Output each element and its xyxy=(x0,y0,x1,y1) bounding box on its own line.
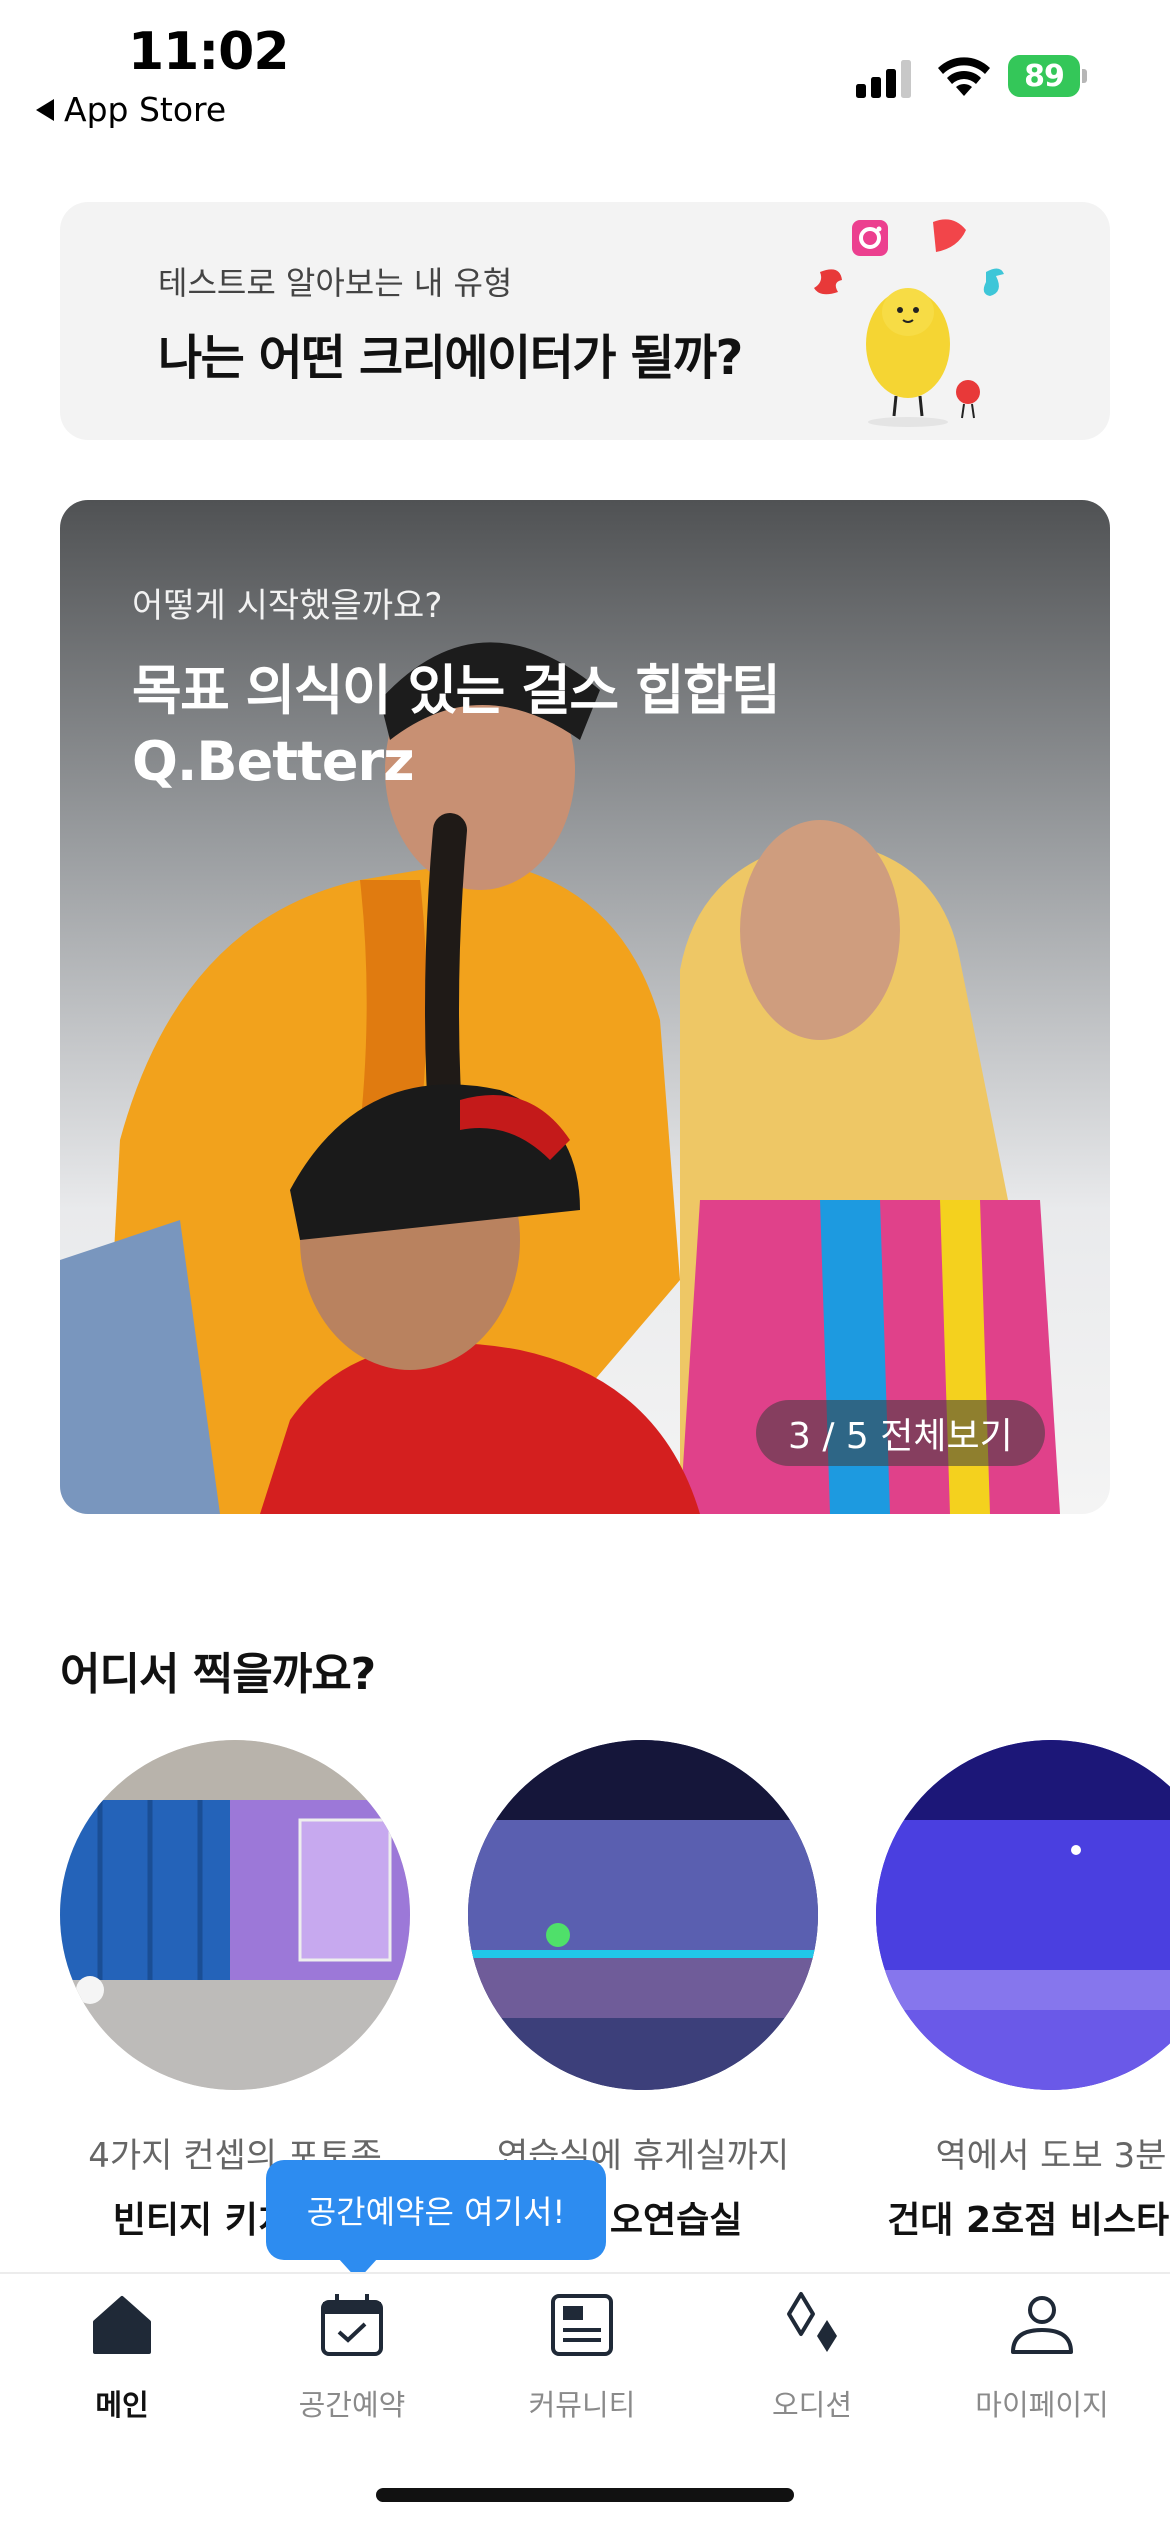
booking-tooltip: 공간예약은 여기서! xyxy=(266,2160,606,2260)
test-banner-title: 나는 어떤 크리에이터가 될까? xyxy=(158,330,743,386)
place-photo xyxy=(876,1740,1170,2090)
tab-label: 커뮤니티 xyxy=(528,2388,636,2422)
person-icon xyxy=(1011,2296,1073,2354)
back-link-label: App Store xyxy=(64,90,227,129)
hero-subtitle: 어떻게 시작했을까요? xyxy=(132,586,443,626)
cellular-signal-icon xyxy=(856,60,911,98)
tab-audition[interactable]: 오디션 xyxy=(712,2290,912,2424)
tab-label: 오디션 xyxy=(771,2388,853,2422)
tab-my-page[interactable]: 마이페이지 xyxy=(942,2290,1142,2424)
tab-label: 공간예약 xyxy=(298,2388,406,2422)
sparkle-diamond-icon xyxy=(787,2292,837,2352)
battery-indicator: 89 xyxy=(1008,55,1088,97)
view-all-pager-button[interactable]: 3 / 5 전체보기 xyxy=(756,1400,1045,1466)
calendar-check-icon xyxy=(321,2294,383,2356)
status-time: 11:02 xyxy=(128,22,290,82)
document-list-icon xyxy=(551,2294,613,2356)
place-name: 건대 2호점 비스타 연 xyxy=(887,2200,1170,2241)
tab-space-booking[interactable]: 공간예약 xyxy=(252,2290,452,2424)
hero-title-line2: Q.Betterz xyxy=(132,730,415,793)
place-description: 역에서 도보 3분 xyxy=(935,2136,1167,2176)
back-to-app-store-link[interactable]: App Store xyxy=(36,90,226,129)
battery-level: 89 xyxy=(1008,55,1080,97)
section-title: 어디서 찍을까요? xyxy=(60,1649,376,1700)
tab-label: 메인 xyxy=(95,2388,149,2422)
hero-title-line1: 목표 의식이 있는 걸스 힙합팀 xyxy=(132,659,781,722)
home-icon xyxy=(93,2296,151,2354)
place-card[interactable]: 역에서 도보 3분 건대 2호점 비스타 연 xyxy=(876,1740,1170,2243)
place-photo xyxy=(468,1740,818,2090)
place-photo xyxy=(60,1740,410,2090)
tab-community[interactable]: 커뮤니티 xyxy=(482,2290,682,2424)
test-banner-subtitle: 테스트로 알아보는 내 유형 xyxy=(158,264,513,302)
tab-label: 마이페이지 xyxy=(975,2388,1109,2422)
mascot-illustration xyxy=(814,219,1004,427)
tab-main[interactable]: 메인 xyxy=(22,2290,222,2424)
wifi-icon xyxy=(938,57,990,96)
back-arrow-icon xyxy=(36,98,54,121)
home-indicator[interactable] xyxy=(376,2488,794,2502)
